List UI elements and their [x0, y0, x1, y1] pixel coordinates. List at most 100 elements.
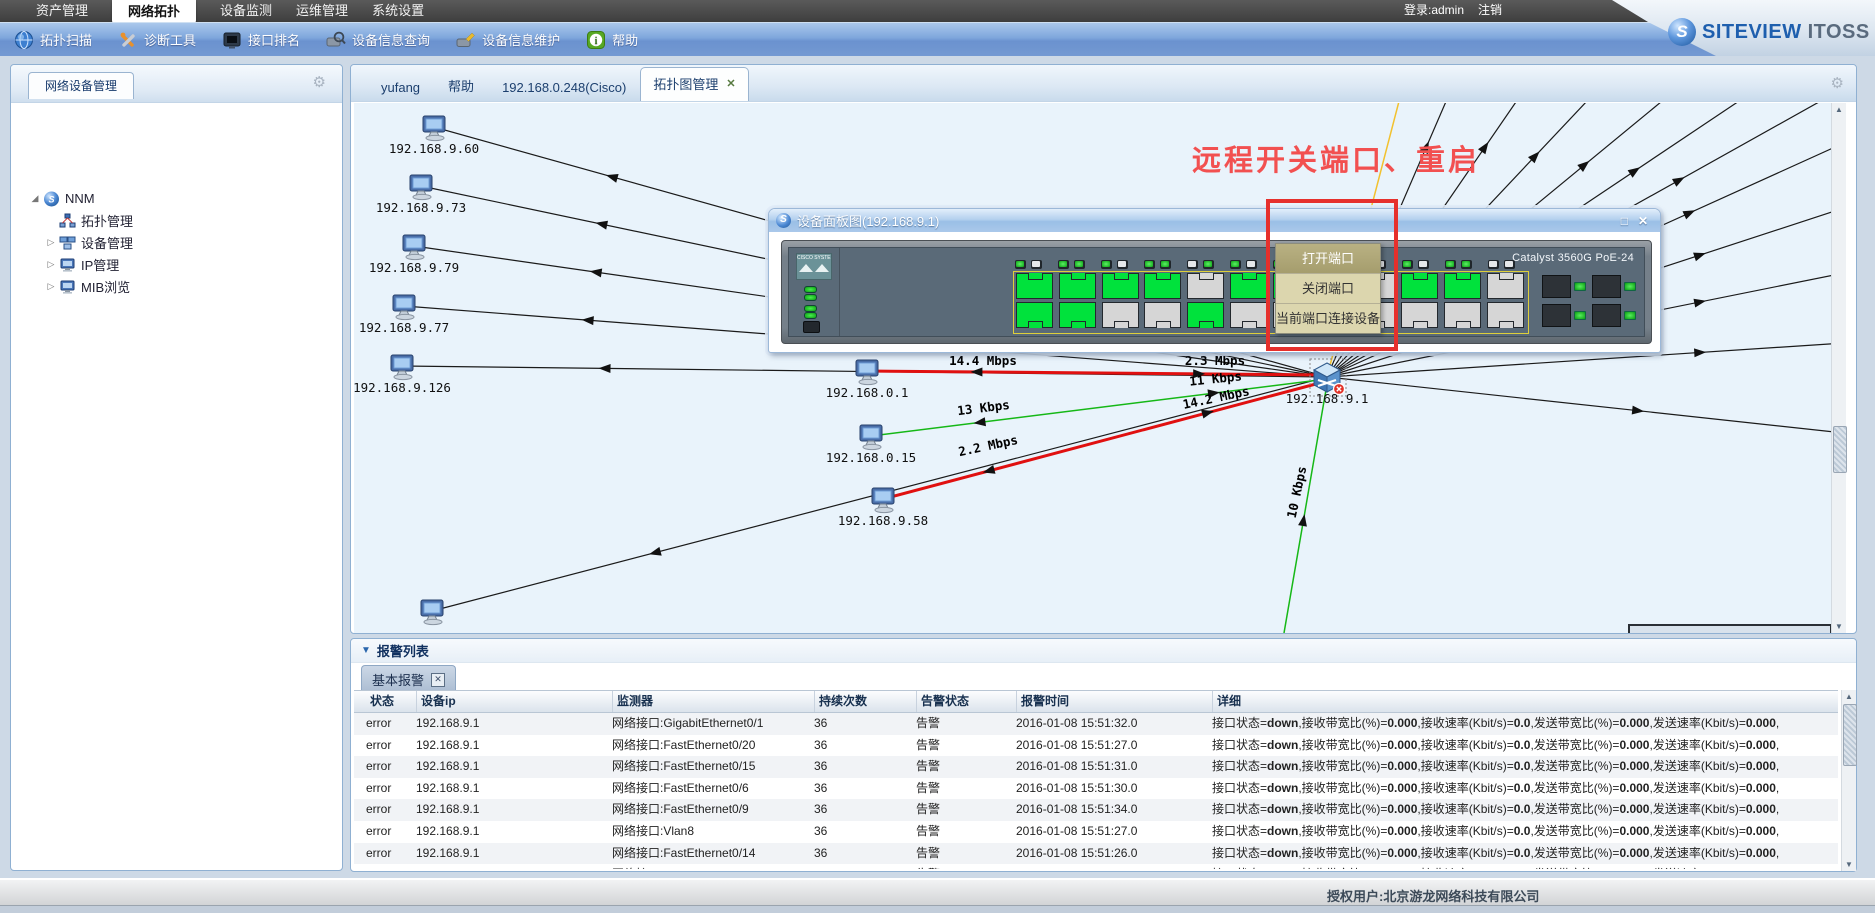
expander-collapsed-icon[interactable]: ▷: [45, 259, 57, 270]
port-led-icon: [1031, 260, 1042, 269]
switch-port[interactable]: [1487, 273, 1524, 299]
table-cell: 36: [814, 821, 914, 843]
switch-port[interactable]: [1230, 273, 1267, 299]
switch-port[interactable]: [1102, 273, 1139, 299]
switch-port[interactable]: [1487, 302, 1524, 328]
pc-node[interactable]: [421, 600, 443, 625]
minimize-icon[interactable]: □: [1621, 214, 1628, 228]
toolbar-button[interactable]: i帮助: [586, 30, 638, 50]
tree-item-NNM[interactable]: ◢SNNM: [29, 187, 95, 209]
scroll-down-icon[interactable]: ▼: [1832, 622, 1846, 631]
expander-collapsed-icon[interactable]: ▷: [45, 281, 57, 292]
column-header[interactable]: 状态: [366, 691, 414, 712]
tree-item-MIB浏览[interactable]: ▷MIB浏览: [45, 275, 130, 297]
scrollbar-thumb[interactable]: [1843, 704, 1857, 766]
gear-icon[interactable]: ⚙: [1831, 74, 1844, 92]
topology-canvas[interactable]: 14.4 Mbps2.3 Mbps11 Kbps14.2 Mbps13 Kbps…: [354, 103, 1831, 633]
column-header[interactable]: 设备ip: [416, 691, 610, 712]
alarm-vertical-scrollbar[interactable]: ▲ ▼: [1841, 690, 1856, 871]
table-row[interactable]: error192.168.9.1网络接口:FastEthernet0/936告警…: [354, 799, 1838, 821]
table-row[interactable]: error192.168.9.1网络接口:FastEthernet0/1536告…: [354, 756, 1838, 778]
column-header[interactable]: 监测器: [612, 691, 812, 712]
monitor-icon: [59, 257, 76, 272]
workspace-tab-帮助[interactable]: 帮助: [434, 70, 488, 101]
scroll-up-icon[interactable]: ▲: [1832, 105, 1846, 114]
toolbar-button[interactable]: 诊断工具: [118, 30, 196, 50]
workspace-tab-192.168.0.248(Cisco)[interactable]: 192.168.0.248(Cisco): [488, 74, 640, 101]
table-row[interactable]: error192.168.9.1网络接口:FastEthernet0/1136告…: [354, 864, 1838, 869]
toolbar-button[interactable]: 拓扑扫描: [14, 30, 92, 50]
toolbar-button-label: 帮助: [612, 30, 638, 49]
uplink-port[interactable]: [1542, 304, 1571, 327]
switch-port[interactable]: [1059, 302, 1096, 328]
switch-port[interactable]: [1187, 273, 1224, 299]
pc-node[interactable]: 192.168.9.126: [354, 355, 451, 395]
column-header[interactable]: 持续次数: [814, 691, 914, 712]
expander-expanded-icon[interactable]: ◢: [29, 193, 41, 204]
table-row[interactable]: error192.168.9.1网络接口:FastEthernet0/636告警…: [354, 778, 1838, 800]
table-cell: 192.168.9.1: [416, 843, 610, 865]
switch-port[interactable]: [1230, 302, 1267, 328]
toolbar-button[interactable]: 设备信息维护: [456, 30, 560, 50]
uplink-port[interactable]: [1542, 275, 1571, 298]
switch-port[interactable]: [1444, 302, 1481, 328]
tree-item-拓扑管理[interactable]: 拓扑管理: [45, 209, 133, 231]
switch-port[interactable]: [1016, 273, 1053, 299]
table-cell: error: [366, 778, 414, 800]
switch-port[interactable]: [1016, 302, 1053, 328]
switch-port[interactable]: [1401, 273, 1438, 299]
tree-item-设备管理[interactable]: ▷设备管理: [45, 231, 133, 253]
pc-node[interactable]: 192.168.9.73: [376, 175, 466, 215]
gear-icon[interactable]: ⚙: [313, 73, 326, 91]
uplink-port[interactable]: [1592, 304, 1621, 327]
close-icon[interactable]: ✕: [726, 77, 735, 90]
node-label: 192.168.9.58: [838, 513, 928, 528]
collapse-triangle-icon[interactable]: ▼: [361, 645, 371, 656]
menu-item-1[interactable]: 资产管理: [36, 0, 88, 22]
close-icon[interactable]: ✕: [431, 673, 445, 687]
sidebar-tab-network-devices[interactable]: 网络设备管理: [28, 72, 134, 99]
expander-collapsed-icon[interactable]: ▷: [45, 237, 57, 248]
switch-port[interactable]: [1144, 273, 1181, 299]
topology-vertical-scrollbar[interactable]: ▲ ▼: [1831, 103, 1846, 633]
tab-basic-alarm[interactable]: 基本报警 ✕: [361, 665, 456, 690]
pc-node[interactable]: 192.168.9.58: [838, 488, 928, 528]
tree-item-IP管理[interactable]: ▷IP管理: [45, 253, 119, 275]
toolbar-button[interactable]: 接口排名: [222, 30, 300, 50]
switch-port[interactable]: [1401, 302, 1438, 328]
toolbar-button[interactable]: 设备信息查询: [326, 30, 430, 50]
close-icon[interactable]: ✕: [1638, 214, 1648, 228]
column-header[interactable]: 报警时间: [1016, 691, 1210, 712]
switch-port[interactable]: [1144, 302, 1181, 328]
menu-item-5[interactable]: 系统设置: [372, 0, 424, 22]
switch-port[interactable]: [1187, 302, 1224, 328]
alarm-header[interactable]: ▼ 报警列表: [351, 639, 1856, 663]
table-row[interactable]: error192.168.9.1网络接口:FastEthernet0/1436告…: [354, 843, 1838, 865]
switch-port[interactable]: [1059, 273, 1096, 299]
scroll-up-icon[interactable]: ▲: [1842, 692, 1856, 701]
pc-node[interactable]: 192.168.0.1: [826, 360, 909, 400]
table-row[interactable]: error192.168.9.1网络接口:GigabitEthernet0/13…: [354, 713, 1838, 735]
menu-item-4[interactable]: 运维管理: [296, 0, 348, 22]
pc-node[interactable]: 192.168.9.79: [369, 235, 459, 275]
pc-node[interactable]: 192.168.9.77: [359, 295, 449, 335]
table-row[interactable]: error192.168.9.1网络接口:Vlan836告警2016-01-08…: [354, 821, 1838, 843]
workspace-tab-拓扑图管理[interactable]: 拓扑图管理✕: [640, 67, 748, 101]
menu-item-3[interactable]: 设备监测: [220, 0, 272, 22]
port-led-icon: [1203, 260, 1214, 269]
logout-link[interactable]: 注销: [1478, 0, 1502, 22]
table-row[interactable]: error192.168.9.1网络接口:FastEthernet0/2036告…: [354, 735, 1838, 757]
switch-port[interactable]: [1444, 273, 1481, 299]
column-header[interactable]: 详细: [1212, 691, 1838, 712]
scrollbar-thumb[interactable]: [1833, 426, 1847, 473]
sidebar-panel: 网络设备管理 ⚙ ◢SNNM拓扑管理▷设备管理▷IP管理▷MIB浏览: [10, 64, 343, 871]
switch-mode-button[interactable]: [803, 321, 820, 333]
scroll-down-icon[interactable]: ▼: [1842, 860, 1856, 869]
workspace-tab-yufang[interactable]: yufang: [367, 74, 434, 101]
column-header[interactable]: 告警状态: [916, 691, 1014, 712]
link-arrow-icon: [1298, 514, 1307, 527]
switch-port[interactable]: [1102, 302, 1139, 328]
dialog-titlebar[interactable]: S 设备面板图(192.168.9.1): [769, 209, 1660, 232]
pc-node[interactable]: 192.168.0.15: [826, 425, 916, 465]
uplink-port[interactable]: [1592, 275, 1621, 298]
